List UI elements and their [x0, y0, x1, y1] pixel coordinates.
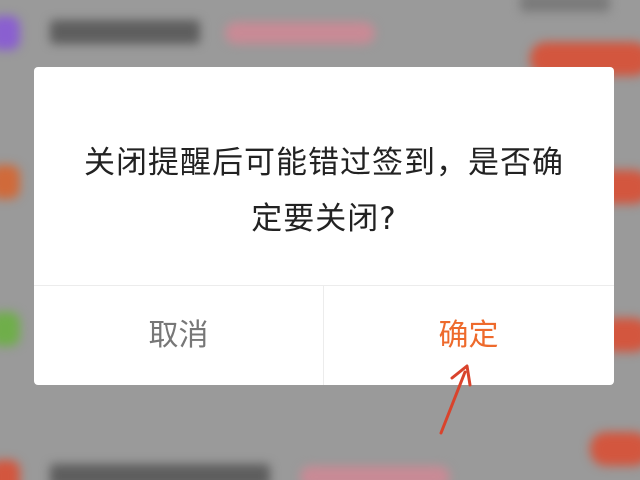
- dialog-message: 关闭提醒后可能错过签到，是否确定要关闭?: [84, 145, 564, 237]
- app-screen: 关闭提醒后可能错过签到，是否确定要关闭? 取消 确定: [0, 0, 640, 480]
- background-item-icon: [0, 312, 20, 346]
- cancel-button[interactable]: 取消: [34, 286, 323, 385]
- confirm-button[interactable]: 确定: [324, 286, 613, 385]
- background-item-title: [50, 464, 270, 480]
- background-item-tag: [300, 466, 450, 480]
- background-item-title: [50, 20, 200, 44]
- background-item-icon: [0, 165, 20, 199]
- background-list-item: [0, 440, 640, 480]
- background-action-button: [590, 432, 640, 466]
- background-item-icon: [0, 16, 20, 50]
- background-item-tag: [225, 22, 375, 44]
- confirm-dialog: 关闭提醒后可能错过签到，是否确定要关闭? 取消 确定: [34, 67, 614, 385]
- background-item-icon: [0, 460, 20, 480]
